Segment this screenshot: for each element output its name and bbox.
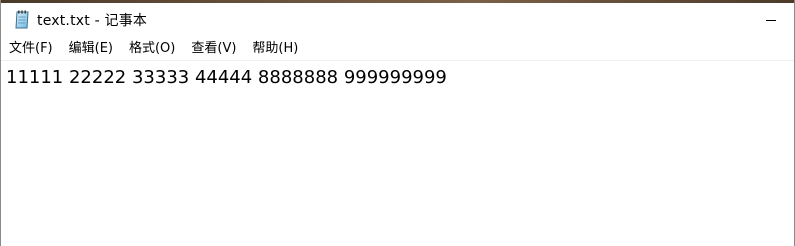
menu-help[interactable]: 帮助(H) (243, 38, 305, 60)
minimize-icon (766, 20, 776, 21)
title-bar[interactable]: text.txt - 记事本 (1, 3, 794, 37)
minimize-button[interactable] (748, 3, 794, 37)
menu-edit[interactable]: 编辑(E) (60, 38, 120, 60)
window-title: text.txt - 记事本 (37, 13, 148, 29)
editor-content[interactable]: 11111 22222 33333 44444 8888888 99999999… (6, 66, 447, 90)
menu-view[interactable]: 查看(V) (182, 38, 243, 60)
text-editor-area[interactable]: 11111 22222 33333 44444 8888888 99999999… (1, 62, 794, 246)
menu-format[interactable]: 格式(O) (120, 38, 182, 60)
notepad-icon[interactable] (14, 10, 30, 30)
notepad-window: text.txt - 记事本 文件(F) 编辑(E) 格式(O) 查看(V) 帮… (0, 0, 795, 246)
menu-file[interactable]: 文件(F) (1, 38, 60, 60)
window-controls (748, 3, 794, 37)
menu-bar: 文件(F) 编辑(E) 格式(O) 查看(V) 帮助(H) (1, 37, 794, 61)
